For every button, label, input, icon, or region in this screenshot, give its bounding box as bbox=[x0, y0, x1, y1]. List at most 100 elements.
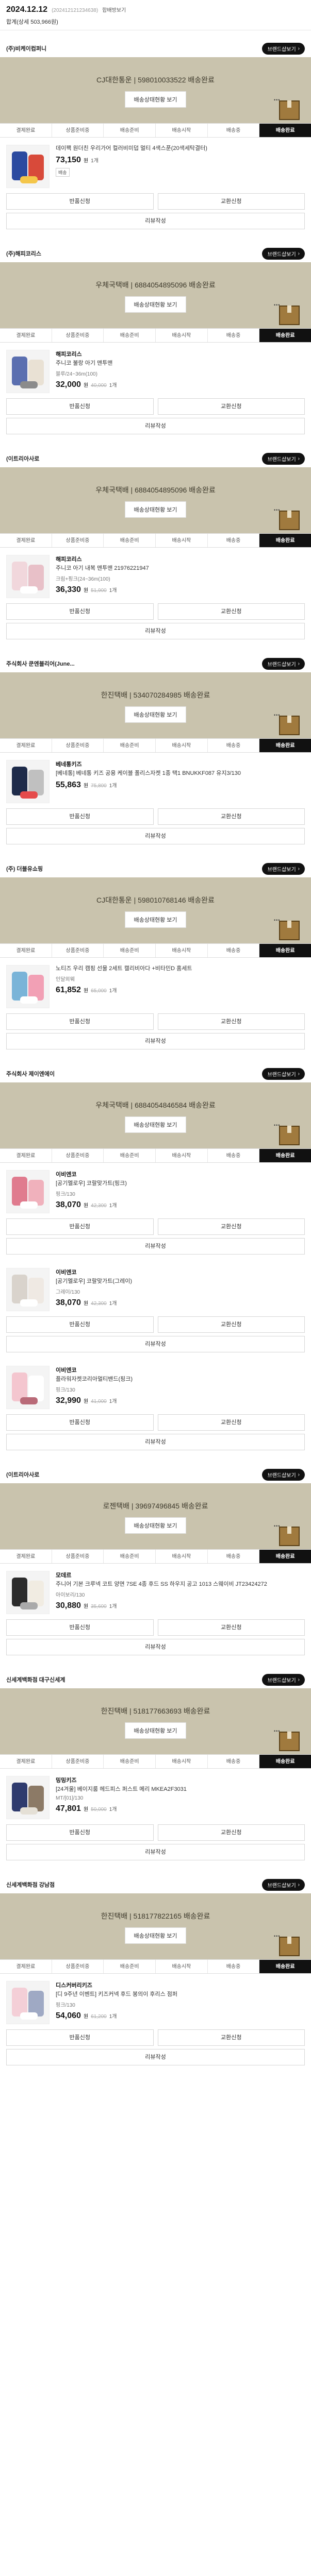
exchange-request-button[interactable]: 교환신청 bbox=[157, 603, 305, 620]
return-request-button[interactable]: 반품신청 bbox=[6, 1414, 154, 1431]
product-brand[interactable]: 베네통키즈 bbox=[56, 760, 305, 768]
product-thumbnail[interactable] bbox=[6, 1170, 50, 1213]
write-review-button[interactable]: 리뷰작성 bbox=[6, 1844, 305, 1860]
product-name[interactable]: [공기멜로우] 코랄맞가트(그레이) bbox=[56, 1278, 305, 1285]
write-review-button[interactable]: 리뷰작성 bbox=[6, 1336, 305, 1352]
product-name[interactable]: 데이팩 원더친 우리가어 컬러비미덥 멀티 4색스푼(20색세탁결터) bbox=[56, 145, 305, 152]
product-thumbnail[interactable] bbox=[6, 555, 50, 598]
track-shipping-button[interactable]: 배송상태현황 보기 bbox=[125, 1517, 186, 1534]
write-review-button[interactable]: 리뷰작성 bbox=[6, 1434, 305, 1450]
exchange-request-button[interactable]: 교환신청 bbox=[157, 193, 305, 210]
exchange-request-button[interactable]: 교환신청 bbox=[157, 1824, 305, 1841]
product-name[interactable]: [공기멜로우] 코랄맞가트(핑크) bbox=[56, 1180, 305, 1188]
write-review-button[interactable]: 리뷰작성 bbox=[6, 1639, 305, 1655]
product-option: 블루/24~36m(100) bbox=[56, 371, 97, 378]
brand-shop-button[interactable]: 브랜드샵보기 › bbox=[262, 247, 305, 260]
product-brand[interactable]: 이비엔코 bbox=[56, 1170, 305, 1178]
combined-view-link[interactable]: 합배방보기 bbox=[102, 6, 126, 13]
brand-shop-button[interactable]: 브랜드샵보기 › bbox=[262, 1468, 305, 1481]
return-request-button[interactable]: 반품신청 bbox=[6, 1824, 154, 1841]
product-thumbnail[interactable] bbox=[6, 1571, 50, 1614]
product-item: 해피코리스 주니코 아기 내복 맨투맨 21976221947 크림+핑크(24… bbox=[0, 548, 311, 603]
exchange-request-button[interactable]: 교환신청 bbox=[157, 1013, 305, 1030]
product-brand[interactable]: 밍밍키즈 bbox=[56, 1776, 305, 1784]
product-thumbnail[interactable] bbox=[6, 965, 50, 1008]
product-item: 베네통키즈 [베네통] 베네통 키즈 공용 케이블 폴리스자켓 1종 택1 BN… bbox=[0, 753, 311, 808]
product-name[interactable]: 플라워자켓코리아멀티밴드(핑크) bbox=[56, 1376, 305, 1383]
track-shipping-button[interactable]: 배송상태현황 보기 bbox=[125, 501, 186, 518]
track-shipping-button[interactable]: 배송상태현황 보기 bbox=[125, 911, 186, 928]
exchange-request-button[interactable]: 교환신청 bbox=[157, 1414, 305, 1431]
exchange-request-button[interactable]: 교환신청 bbox=[157, 808, 305, 825]
exchange-request-button[interactable]: 교환신청 bbox=[157, 398, 305, 415]
write-review-button[interactable]: 리뷰작성 bbox=[6, 2049, 305, 2065]
return-request-button[interactable]: 반품신청 bbox=[6, 603, 154, 620]
brand-shop-button[interactable]: 브랜드샵보기 › bbox=[262, 1673, 305, 1686]
exchange-request-button[interactable]: 교환신청 bbox=[157, 1316, 305, 1333]
return-request-button[interactable]: 반품신청 bbox=[6, 398, 154, 415]
product-name[interactable]: [24겨울] 베이지룸 헤드피스 퍼스트 메리 MKEA2F3031 bbox=[56, 1786, 305, 1793]
product-thumbnail[interactable] bbox=[6, 760, 50, 803]
product-name[interactable]: [디 9주년 이벤트] 키즈커넥 후드 봉의이 후리스 점퍼 bbox=[56, 1991, 305, 1998]
write-review-button[interactable]: 리뷰작성 bbox=[6, 418, 305, 434]
product-brand[interactable]: 모데르 bbox=[56, 1571, 305, 1579]
write-review-button[interactable]: 리뷰작성 bbox=[6, 213, 305, 229]
product-brand[interactable]: 이비엔코 bbox=[56, 1366, 305, 1374]
store-name: 신세계백화점 대구신세계 bbox=[6, 1677, 66, 1683]
product-name[interactable]: 주니코 불랑 아기 맨투맨 bbox=[56, 360, 305, 367]
return-request-button[interactable]: 반품신청 bbox=[6, 1619, 154, 1636]
exchange-request-button[interactable]: 교환신청 bbox=[157, 1218, 305, 1235]
write-review-button[interactable]: 리뷰작성 bbox=[6, 1238, 305, 1255]
track-shipping-button[interactable]: 배송상태현황 보기 bbox=[125, 91, 186, 108]
step-2: 배송준비 bbox=[104, 739, 156, 752]
return-request-button[interactable]: 반품신청 bbox=[6, 1316, 154, 1333]
write-review-button[interactable]: 리뷰작성 bbox=[6, 623, 305, 639]
track-shipping-button[interactable]: 배송상태현황 보기 bbox=[125, 1116, 186, 1133]
brand-shop-button[interactable]: 브랜드샵보기 › bbox=[262, 862, 305, 875]
exchange-request-button[interactable]: 교환신청 bbox=[157, 2029, 305, 2046]
brand-shop-button[interactable]: 브랜드샵보기 › bbox=[262, 1878, 305, 1891]
product-brand[interactable]: 해피코리스 bbox=[56, 555, 305, 563]
track-shipping-button[interactable]: 배송상태현황 보기 bbox=[125, 706, 186, 723]
step-1: 상품준비중 bbox=[52, 739, 104, 752]
brand-shop-button[interactable]: 브랜드샵보기 › bbox=[262, 657, 305, 670]
exchange-request-button[interactable]: 교환신청 bbox=[157, 1619, 305, 1636]
product-thumbnail[interactable] bbox=[6, 145, 50, 188]
currency-label: 원 bbox=[83, 1807, 89, 1813]
delivery-steps: 결제완료 상품준비중 배송준비 배송시작 배송중 배송완료 bbox=[0, 1148, 311, 1163]
write-review-button[interactable]: 리뷰작성 bbox=[6, 1033, 305, 1049]
track-shipping-button[interactable]: 배송상태현황 보기 bbox=[125, 296, 186, 313]
product-thumbnail[interactable] bbox=[6, 350, 50, 393]
product-thumbnail[interactable] bbox=[6, 1981, 50, 2024]
product-brand[interactable]: 해피코리스 bbox=[56, 350, 305, 358]
order-block: (이트리아사로 브랜드샵보기 › 우체국택배 | 6884054895096 배… bbox=[0, 450, 311, 646]
store-name: (주)해피코리스 bbox=[6, 251, 42, 257]
store-name: 주식회사 제이엔에이 bbox=[6, 1071, 55, 1077]
product-thumbnail[interactable] bbox=[6, 1776, 50, 1819]
original-price: 51,900 bbox=[91, 588, 107, 594]
return-request-button[interactable]: 반품신청 bbox=[6, 1013, 154, 1030]
product-brand[interactable]: 디스커버리키즈 bbox=[56, 1981, 305, 1989]
product-thumbnail[interactable] bbox=[6, 1366, 50, 1409]
return-request-button[interactable]: 반품신청 bbox=[6, 193, 154, 210]
delivery-steps: 결제완료 상품준비중 배송준비 배송시작 배송중 배송완료 bbox=[0, 1549, 311, 1564]
product-brand[interactable]: 이비엔코 bbox=[56, 1268, 305, 1276]
product-name[interactable]: 노티즈 우리 캠핑 선물 2세트 캘리비아다 +비타민D 홈세트 bbox=[56, 965, 305, 973]
write-review-button[interactable]: 리뷰작성 bbox=[6, 828, 305, 844]
product-name[interactable]: [베네통] 베네통 키즈 공용 케이블 폴리스자켓 1종 택1 BNUKKF08… bbox=[56, 770, 305, 777]
item-actions: 반품신청 교환신청 리뷰작성 bbox=[0, 193, 311, 235]
return-request-button[interactable]: 반품신청 bbox=[6, 2029, 154, 2046]
product-thumbnail[interactable] bbox=[6, 1268, 50, 1311]
product-name[interactable]: 주니코 아기 내복 맨투맨 21976221947 bbox=[56, 565, 305, 572]
track-shipping-button[interactable]: 배송상태현황 보기 bbox=[125, 1927, 186, 1944]
return-request-button[interactable]: 반품신청 bbox=[6, 808, 154, 825]
return-request-button[interactable]: 반품신청 bbox=[6, 1218, 154, 1235]
delivery-steps: 결제완료 상품준비중 배송준비 배송시작 배송중 배송완료 bbox=[0, 1754, 311, 1769]
brand-shop-button[interactable]: 브랜드샵보기 › bbox=[262, 1067, 305, 1080]
brand-shop-button[interactable]: 브랜드샵보기 › bbox=[262, 452, 305, 465]
product-name[interactable]: 주니어 기본 크루넥 코트 양면 7SE 4종 후드 SS 하우지 공고 101… bbox=[56, 1581, 305, 1588]
store-row: 주식회사 쿤엔블리어(June... 브랜드샵보기 › bbox=[0, 655, 311, 672]
brand-shop-button[interactable]: 브랜드샵보기 › bbox=[262, 42, 305, 55]
chevron-right-icon: › bbox=[298, 455, 300, 462]
track-shipping-button[interactable]: 배송상태현황 보기 bbox=[125, 1722, 186, 1739]
